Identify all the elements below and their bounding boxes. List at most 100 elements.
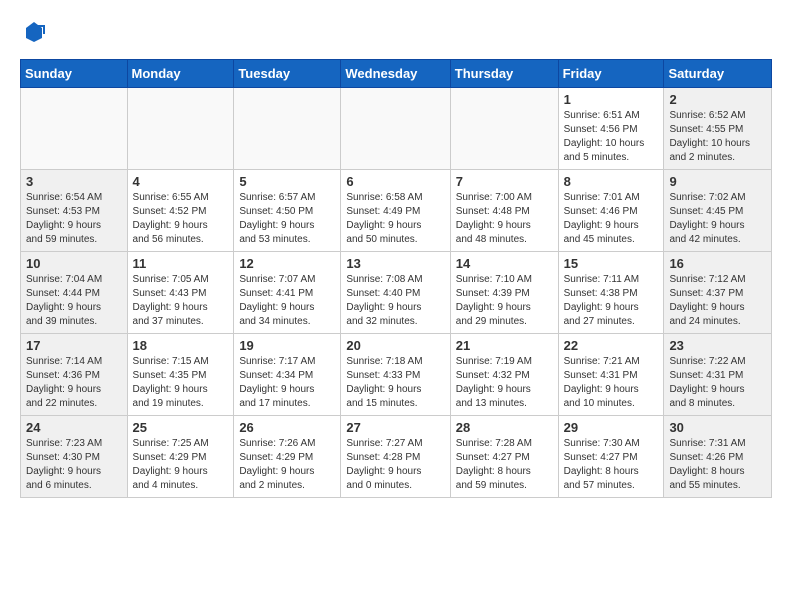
calendar-header-saturday: Saturday <box>664 60 772 88</box>
calendar-cell: 28 Sunrise: 7:28 AM Sunset: 4:27 PM Dayli… <box>450 416 558 498</box>
day-info: Sunrise: 7:23 AM Sunset: 4:30 PM Dayligh… <box>26 437 122 493</box>
header <box>20 20 772 49</box>
day-info: Sunrise: 7:14 AM Sunset: 4:36 PM Dayligh… <box>26 355 122 411</box>
calendar-cell: 26 Sunrise: 7:26 AM Sunset: 4:29 PM Dayli… <box>234 416 341 498</box>
day-number: 8 <box>564 174 659 189</box>
calendar-cell <box>21 88 128 170</box>
calendar-cell: 20 Sunrise: 7:18 AM Sunset: 4:33 PM Dayli… <box>341 334 450 416</box>
calendar-cell: 2 Sunrise: 6:52 AM Sunset: 4:55 PM Daylig… <box>664 88 772 170</box>
day-info: Sunrise: 6:57 AM Sunset: 4:50 PM Dayligh… <box>239 191 335 247</box>
day-info: Sunrise: 6:58 AM Sunset: 4:49 PM Dayligh… <box>346 191 444 247</box>
day-info: Sunrise: 6:52 AM Sunset: 4:55 PM Dayligh… <box>669 109 766 165</box>
calendar-header-monday: Monday <box>127 60 234 88</box>
calendar-cell: 30 Sunrise: 7:31 AM Sunset: 4:26 PM Dayli… <box>664 416 772 498</box>
day-info: Sunrise: 7:28 AM Sunset: 4:27 PM Dayligh… <box>456 437 553 493</box>
calendar-cell: 13 Sunrise: 7:08 AM Sunset: 4:40 PM Dayli… <box>341 252 450 334</box>
day-info: Sunrise: 7:25 AM Sunset: 4:29 PM Dayligh… <box>133 437 229 493</box>
calendar-header-friday: Friday <box>558 60 664 88</box>
day-number: 15 <box>564 256 659 271</box>
day-number: 29 <box>564 420 659 435</box>
day-number: 26 <box>239 420 335 435</box>
day-number: 2 <box>669 92 766 107</box>
day-info: Sunrise: 6:55 AM Sunset: 4:52 PM Dayligh… <box>133 191 229 247</box>
calendar-cell: 5 Sunrise: 6:57 AM Sunset: 4:50 PM Daylig… <box>234 170 341 252</box>
calendar-cell: 17 Sunrise: 7:14 AM Sunset: 4:36 PM Dayli… <box>21 334 128 416</box>
day-number: 17 <box>26 338 122 353</box>
day-number: 30 <box>669 420 766 435</box>
calendar-header-tuesday: Tuesday <box>234 60 341 88</box>
calendar-cell: 27 Sunrise: 7:27 AM Sunset: 4:28 PM Dayli… <box>341 416 450 498</box>
day-info: Sunrise: 7:04 AM Sunset: 4:44 PM Dayligh… <box>26 273 122 329</box>
day-info: Sunrise: 7:30 AM Sunset: 4:27 PM Dayligh… <box>564 437 659 493</box>
calendar-cell: 19 Sunrise: 7:17 AM Sunset: 4:34 PM Dayli… <box>234 334 341 416</box>
day-info: Sunrise: 7:26 AM Sunset: 4:29 PM Dayligh… <box>239 437 335 493</box>
day-info: Sunrise: 7:00 AM Sunset: 4:48 PM Dayligh… <box>456 191 553 247</box>
calendar-cell <box>127 88 234 170</box>
calendar-cell: 15 Sunrise: 7:11 AM Sunset: 4:38 PM Dayli… <box>558 252 664 334</box>
day-info: Sunrise: 6:51 AM Sunset: 4:56 PM Dayligh… <box>564 109 659 165</box>
calendar-cell: 8Sunrise: 7:01 AM Sunset: 4:46 PM Daylig… <box>558 170 664 252</box>
calendar-cell <box>234 88 341 170</box>
day-info: Sunrise: 7:21 AM Sunset: 4:31 PM Dayligh… <box>564 355 659 411</box>
day-number: 20 <box>346 338 444 353</box>
day-info: Sunrise: 7:05 AM Sunset: 4:43 PM Dayligh… <box>133 273 229 329</box>
day-number: 27 <box>346 420 444 435</box>
calendar-cell: 25Sunrise: 7:25 AM Sunset: 4:29 PM Dayli… <box>127 416 234 498</box>
day-info: Sunrise: 7:15 AM Sunset: 4:35 PM Dayligh… <box>133 355 229 411</box>
calendar-cell: 6 Sunrise: 6:58 AM Sunset: 4:49 PM Daylig… <box>341 170 450 252</box>
day-number: 12 <box>239 256 335 271</box>
day-number: 10 <box>26 256 122 271</box>
day-number: 18 <box>133 338 229 353</box>
calendar-header-sunday: Sunday <box>21 60 128 88</box>
day-number: 4 <box>133 174 229 189</box>
calendar-cell: 12 Sunrise: 7:07 AM Sunset: 4:41 PM Dayli… <box>234 252 341 334</box>
day-number: 23 <box>669 338 766 353</box>
calendar-cell: 18 Sunrise: 7:15 AM Sunset: 4:35 PM Dayli… <box>127 334 234 416</box>
day-number: 11 <box>133 256 229 271</box>
day-number: 5 <box>239 174 335 189</box>
calendar-cell <box>341 88 450 170</box>
calendar-week-4: 24 Sunrise: 7:23 AM Sunset: 4:30 PM Dayli… <box>21 416 772 498</box>
calendar-cell: 21Sunrise: 7:19 AM Sunset: 4:32 PM Dayli… <box>450 334 558 416</box>
day-number: 24 <box>26 420 122 435</box>
calendar-cell: 29 Sunrise: 7:30 AM Sunset: 4:27 PM Dayli… <box>558 416 664 498</box>
day-info: Sunrise: 7:31 AM Sunset: 4:26 PM Dayligh… <box>669 437 766 493</box>
logo <box>20 20 46 49</box>
calendar-cell: 3 Sunrise: 6:54 AM Sunset: 4:53 PM Daylig… <box>21 170 128 252</box>
calendar-cell: 14 Sunrise: 7:10 AM Sunset: 4:39 PM Dayli… <box>450 252 558 334</box>
calendar-cell: 1Sunrise: 6:51 AM Sunset: 4:56 PM Daylig… <box>558 88 664 170</box>
day-number: 9 <box>669 174 766 189</box>
day-number: 28 <box>456 420 553 435</box>
day-info: Sunrise: 7:18 AM Sunset: 4:33 PM Dayligh… <box>346 355 444 411</box>
day-info: Sunrise: 7:11 AM Sunset: 4:38 PM Dayligh… <box>564 273 659 329</box>
day-number: 21 <box>456 338 553 353</box>
page: SundayMondayTuesdayWednesdayThursdayFrid… <box>0 0 792 508</box>
calendar-cell: 10 Sunrise: 7:04 AM Sunset: 4:44 PM Dayli… <box>21 252 128 334</box>
day-number: 19 <box>239 338 335 353</box>
day-info: Sunrise: 7:07 AM Sunset: 4:41 PM Dayligh… <box>239 273 335 329</box>
calendar-cell: 16Sunrise: 7:12 AM Sunset: 4:37 PM Dayli… <box>664 252 772 334</box>
calendar-cell: 4 Sunrise: 6:55 AM Sunset: 4:52 PM Daylig… <box>127 170 234 252</box>
logo-icon <box>22 20 46 44</box>
calendar-week-0: 1Sunrise: 6:51 AM Sunset: 4:56 PM Daylig… <box>21 88 772 170</box>
day-number: 16 <box>669 256 766 271</box>
day-number: 14 <box>456 256 553 271</box>
calendar-week-3: 17 Sunrise: 7:14 AM Sunset: 4:36 PM Dayli… <box>21 334 772 416</box>
calendar-header-thursday: Thursday <box>450 60 558 88</box>
day-info: Sunrise: 7:10 AM Sunset: 4:39 PM Dayligh… <box>456 273 553 329</box>
day-number: 7 <box>456 174 553 189</box>
calendar-cell: 24 Sunrise: 7:23 AM Sunset: 4:30 PM Dayli… <box>21 416 128 498</box>
day-info: Sunrise: 7:17 AM Sunset: 4:34 PM Dayligh… <box>239 355 335 411</box>
calendar-week-1: 3 Sunrise: 6:54 AM Sunset: 4:53 PM Daylig… <box>21 170 772 252</box>
calendar-cell <box>450 88 558 170</box>
day-info: Sunrise: 7:27 AM Sunset: 4:28 PM Dayligh… <box>346 437 444 493</box>
day-number: 22 <box>564 338 659 353</box>
day-number: 3 <box>26 174 122 189</box>
day-info: Sunrise: 6:54 AM Sunset: 4:53 PM Dayligh… <box>26 191 122 247</box>
day-info: Sunrise: 7:08 AM Sunset: 4:40 PM Dayligh… <box>346 273 444 329</box>
calendar-header-row: SundayMondayTuesdayWednesdayThursdayFrid… <box>21 60 772 88</box>
day-number: 6 <box>346 174 444 189</box>
day-number: 13 <box>346 256 444 271</box>
calendar: SundayMondayTuesdayWednesdayThursdayFrid… <box>20 59 772 498</box>
calendar-cell: 9Sunrise: 7:02 AM Sunset: 4:45 PM Daylig… <box>664 170 772 252</box>
